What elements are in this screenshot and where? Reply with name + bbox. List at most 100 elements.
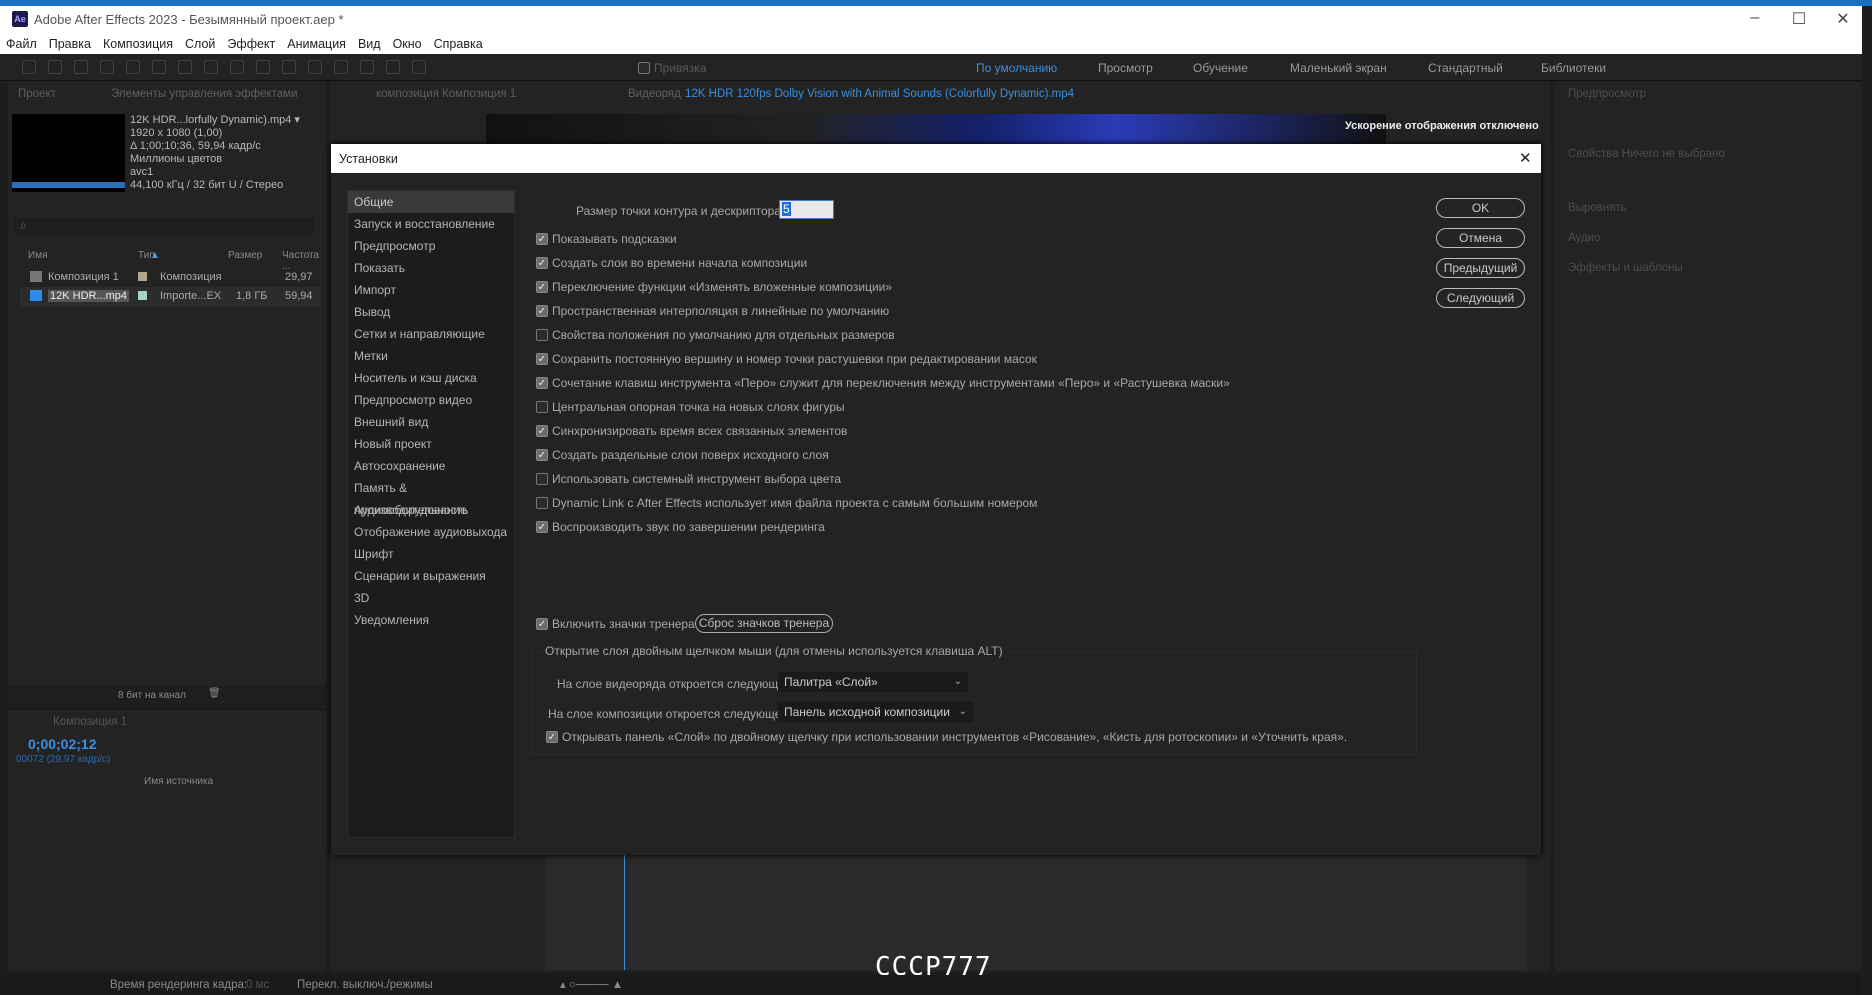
option-item[interactable]: ✓ Создать раздельные слои поверх исходног… [536,448,829,462]
category-item[interactable]: Вывод [348,301,514,323]
project-row[interactable]: Композиция 1 Композиция 29,97 [20,268,320,287]
col-name[interactable]: Имя [28,250,47,261]
tool-icon[interactable] [230,60,244,74]
snap-toggle[interactable]: Привязка [638,61,706,75]
tool-icon[interactable] [178,60,192,74]
option-item[interactable]: ✓ Пространственная интерполяция в линейны… [536,304,889,318]
comp-layer-select[interactable]: Панель исходной композиции ⌄ [778,702,973,722]
paint-tools-checkbox[interactable]: ✓ [546,731,558,743]
category-item[interactable]: Отображение аудиовыхода [348,521,514,543]
option-checkbox[interactable]: ✓ [536,257,548,269]
option-item[interactable]: Свойства положения по умолчанию для отде… [536,328,895,342]
effects-presets-panel[interactable]: Эффекты и шаблоны [1568,262,1683,274]
tool-icon[interactable] [74,60,88,74]
menu-7[interactable]: Окно [387,34,428,51]
menu-1[interactable]: Правка [43,34,97,51]
tool-icon[interactable] [152,60,166,74]
bit-depth-button[interactable]: 8 бит на канал [118,690,186,701]
category-item[interactable]: Метки [348,345,514,367]
category-item[interactable]: 3D [348,587,514,609]
toggle-switches-modes[interactable]: Перекл. выключ./режимы [297,979,433,991]
paint-tools-option[interactable]: ✓ Открывать панель «Слой» по двойному щел… [546,730,1347,744]
menu-0[interactable]: Файл [0,34,43,51]
category-item[interactable]: Уведомления [348,609,514,631]
next-button[interactable]: Следующий [1436,288,1525,308]
category-item[interactable]: Запуск и восстановление [348,213,514,235]
zoom-slider[interactable]: ▴ ○──── ▲ [560,977,623,991]
option-item[interactable]: ✓ Сочетание клавиш инструмента «Перо» слу… [536,376,1230,390]
snap-checkbox[interactable] [638,62,650,74]
option-item[interactable]: Центральная опорная точка на новых слоях… [536,400,845,414]
tool-icon[interactable] [100,60,114,74]
tool-icon[interactable] [22,60,36,74]
workspace-3[interactable]: Маленький экран [1290,61,1387,75]
category-item[interactable]: Общие [348,191,514,213]
properties-panel-title[interactable]: Свойства Ничего не выбрано [1568,148,1725,160]
option-item[interactable]: ✓ Синхронизировать время всех связанных э… [536,424,847,438]
category-item[interactable]: Новый проект [348,433,514,455]
tool-icon[interactable] [412,60,426,74]
category-item[interactable]: Шрифт [348,543,514,565]
footage-layer-select[interactable]: Палитра «Слой» ⌄ [778,672,968,692]
tab-project[interactable]: Проект [18,88,56,100]
label-color[interactable] [138,291,147,300]
category-item[interactable]: Внешний вид [348,411,514,433]
category-item[interactable]: Импорт [348,279,514,301]
workspace-4[interactable]: Стандартный [1428,61,1503,75]
option-item[interactable]: ✓ Воспроизводить звук по завершении ренде… [536,520,825,534]
trash-icon[interactable]: 🗑 [208,688,221,699]
tool-icon[interactable] [386,60,400,74]
dialog-close-icon[interactable]: ✕ [1519,149,1532,167]
label-color[interactable] [138,272,147,281]
maximize-button[interactable]: ☐ [1784,9,1814,29]
category-item[interactable]: Автосохранение [348,455,514,477]
workspace-1[interactable]: Просмотр [1098,61,1153,75]
category-item[interactable]: Предпросмотр [348,235,514,257]
workspace-0[interactable]: По умолчанию [976,61,1057,75]
option-checkbox[interactable] [536,401,548,413]
col-type[interactable]: Тип [138,250,155,261]
workspace-5[interactable]: Библиотеки [1541,61,1606,75]
tab-footage-viewer[interactable]: Видеоряд [628,88,681,100]
category-item[interactable]: Память & производительность [348,477,514,517]
menu-2[interactable]: Композиция [97,34,179,51]
tool-icon[interactable] [204,60,218,74]
option-checkbox[interactable] [536,497,548,509]
audio-panel[interactable]: Аудио [1568,232,1600,244]
coach-marks-checkbox[interactable]: ✓ [536,618,548,630]
tool-icon[interactable] [360,60,374,74]
option-checkbox[interactable]: ✓ [536,281,548,293]
option-checkbox[interactable]: ✓ [536,233,548,245]
option-item[interactable]: ✓ Сохранить постоянную вершину и номер то… [536,352,1037,366]
close-window-button[interactable]: ✕ [1828,9,1858,29]
menu-6[interactable]: Вид [352,34,387,51]
menu-3[interactable]: Слой [179,34,221,51]
tab-composition-1[interactable]: Композиция 1 [53,716,127,728]
project-search[interactable]: ⌕ [14,218,314,236]
tab-effect-controls[interactable]: Элементы управления эффектами [111,88,298,100]
menu-4[interactable]: Эффект [221,34,281,51]
option-checkbox[interactable] [536,473,548,485]
tool-icon[interactable] [282,60,296,74]
timecode[interactable]: 0;00;02;12 [28,736,97,752]
category-item[interactable]: Аудиооборудование [348,499,514,521]
category-item[interactable]: Сценарии и выражения [348,565,514,587]
option-checkbox[interactable] [536,329,548,341]
category-item[interactable]: Предпросмотр видео [348,389,514,411]
menu-5[interactable]: Анимация [281,34,352,51]
workspace-2[interactable]: Обучение [1193,61,1248,75]
tool-icon[interactable] [256,60,270,74]
option-checkbox[interactable]: ✓ [536,425,548,437]
option-item[interactable]: ✓ Показывать подсказки [536,232,677,246]
menu-8[interactable]: Справка [428,34,489,51]
option-item[interactable]: Dynamic Link с After Effects использует … [536,496,1037,510]
category-item[interactable]: Носитель и кэш диска [348,367,514,389]
previous-button[interactable]: Предыдущий [1436,258,1525,278]
tool-icon[interactable] [308,60,322,74]
option-checkbox[interactable]: ✓ [536,521,548,533]
coach-marks-option[interactable]: ✓ Включить значки тренера [536,617,695,631]
category-item[interactable]: Показать [348,257,514,279]
option-checkbox[interactable]: ✓ [536,449,548,461]
cancel-button[interactable]: Отмена [1436,228,1525,248]
option-checkbox[interactable]: ✓ [536,377,548,389]
